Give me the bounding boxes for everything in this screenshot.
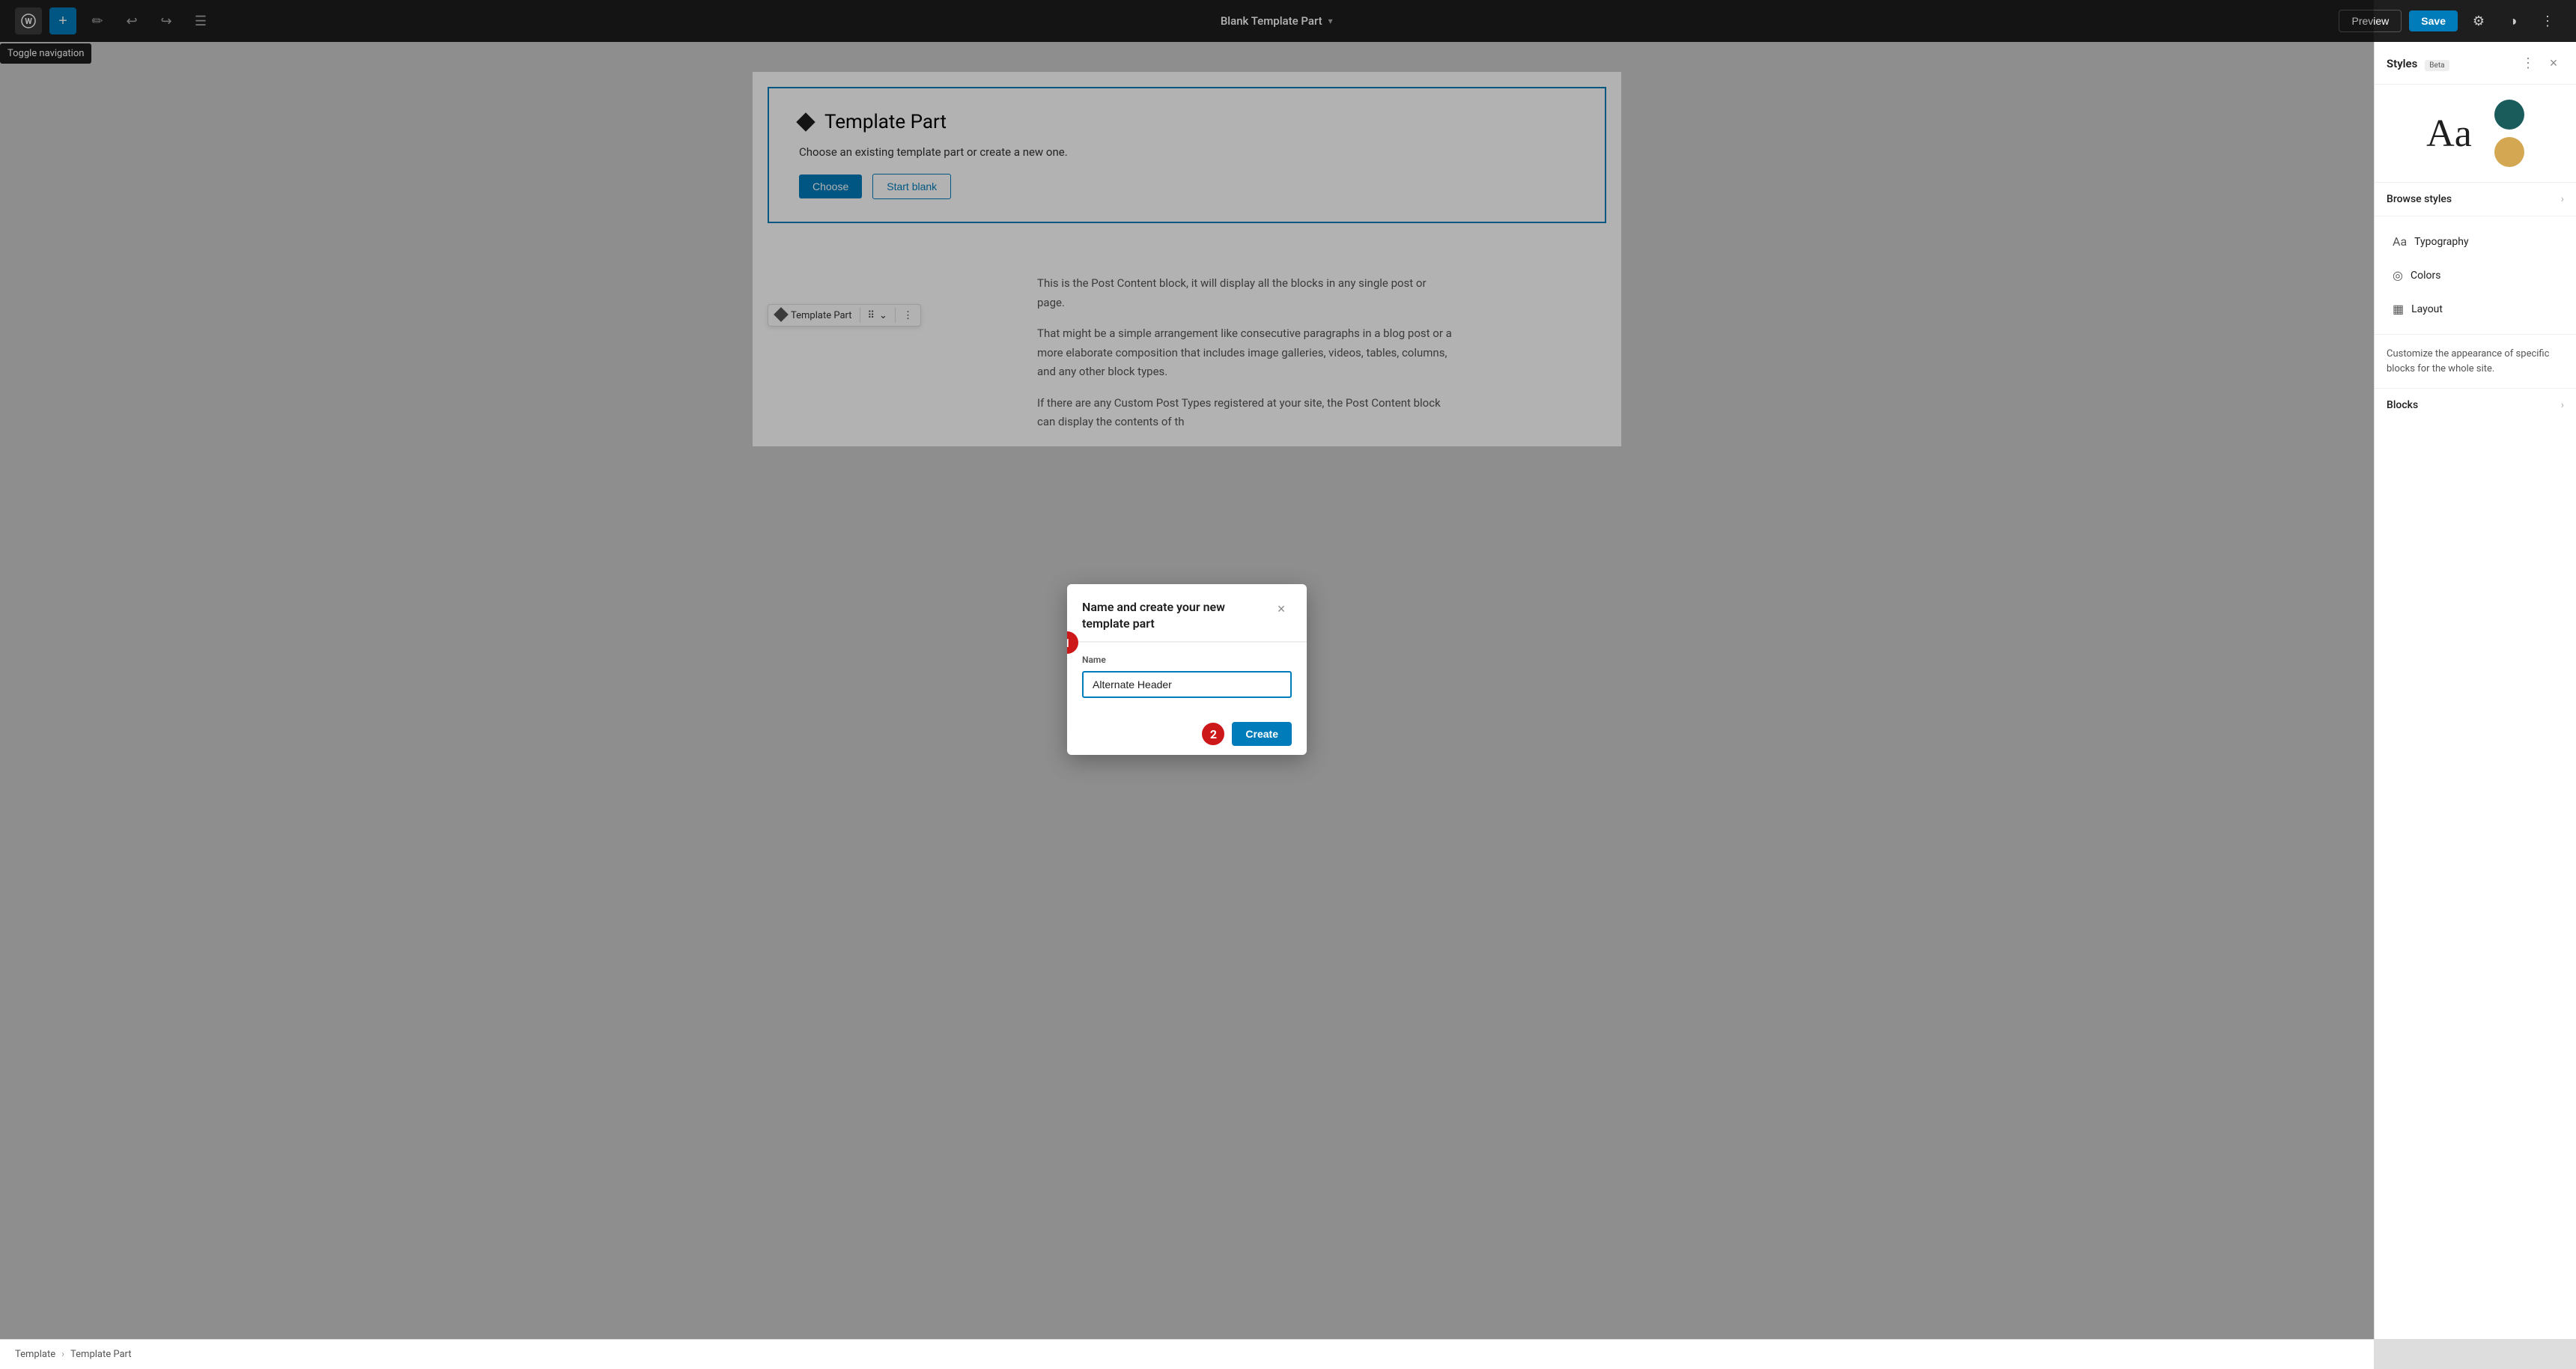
light-color-circle xyxy=(2494,137,2524,167)
sidebar-more-button[interactable]: ⋮ xyxy=(2518,52,2539,73)
step-2-badge: 2 xyxy=(1202,723,1224,745)
browse-styles-item[interactable]: Browse styles › xyxy=(2375,183,2576,216)
browse-styles-chevron: › xyxy=(2561,193,2564,205)
sidebar-title: Styles xyxy=(2387,57,2417,70)
modal-title: Name and create your new template part xyxy=(1082,599,1271,633)
sidebar-menu: Aa Typography ◎ Colors ▦ Layout xyxy=(2375,216,2576,334)
template-part-name-input[interactable] xyxy=(1082,671,1292,698)
create-template-part-button[interactable]: Create xyxy=(1232,722,1292,746)
colors-icon: ◎ xyxy=(2393,268,2403,282)
more-options-button[interactable]: ⋮ xyxy=(2534,7,2561,34)
styles-text-sample: Aa xyxy=(2426,112,2472,156)
save-button[interactable]: Save xyxy=(2409,10,2458,31)
sidebar-header-actions: ⋮ × xyxy=(2518,52,2564,73)
browse-styles-label: Browse styles xyxy=(2387,193,2452,205)
layout-icon: ▦ xyxy=(2393,302,2404,316)
layout-menu-item[interactable]: ▦ Layout xyxy=(2381,293,2570,325)
sidebar-title-area: Styles Beta xyxy=(2387,56,2449,70)
name-label: Name xyxy=(1082,655,1292,665)
typography-menu-item[interactable]: Aa Typography xyxy=(2381,225,2570,258)
color-circles xyxy=(2494,100,2524,167)
create-template-part-modal: Name and create your new template part ×… xyxy=(1067,584,1307,756)
modal-footer: 2 Create xyxy=(1067,713,1307,755)
blocks-label: Blocks xyxy=(2387,399,2418,411)
breadcrumb-separator: › xyxy=(61,1349,64,1360)
breadcrumb-template[interactable]: Template xyxy=(15,1349,55,1360)
modal-body: Name xyxy=(1067,643,1307,713)
typography-icon: Aa xyxy=(2393,234,2407,249)
colors-menu-item[interactable]: ◎ Colors xyxy=(2381,259,2570,291)
sidebar-header: Styles Beta ⋮ × xyxy=(2375,42,2576,85)
beta-badge: Beta xyxy=(2425,60,2449,71)
sidebar-close-button[interactable]: × xyxy=(2543,52,2564,73)
dark-color-circle xyxy=(2494,100,2524,130)
typography-label: Typography xyxy=(2414,236,2468,248)
sidebar-description: Customize the appearance of specific blo… xyxy=(2375,334,2576,388)
styles-preview: Aa xyxy=(2375,85,2576,183)
blocks-chevron: › xyxy=(2561,399,2564,411)
modal-header: Name and create your new template part × xyxy=(1067,584,1307,643)
colors-label: Colors xyxy=(2411,270,2440,282)
breadcrumb-template-part[interactable]: Template Part xyxy=(70,1349,132,1360)
bottom-bar: Template › Template Part xyxy=(0,1339,2374,1369)
theme-toggle-button[interactable]: ◑ xyxy=(2500,7,2527,34)
right-sidebar: Styles Beta ⋮ × Aa Browse styles › Aa Ty… xyxy=(2374,42,2576,1339)
layout-label: Layout xyxy=(2411,303,2443,315)
modal-close-button[interactable]: × xyxy=(1271,599,1292,620)
settings-button[interactable]: ⚙ xyxy=(2465,7,2492,34)
blocks-menu-item[interactable]: Blocks › xyxy=(2375,388,2576,422)
modal-overlay[interactable]: Name and create your new template part ×… xyxy=(0,0,2374,1339)
